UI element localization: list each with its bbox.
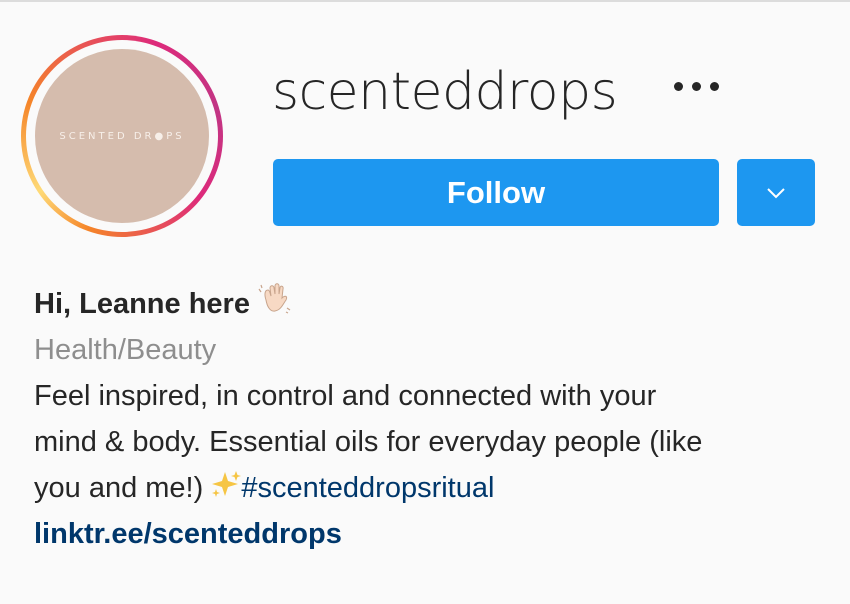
hashtag-link[interactable]: #scenteddropsritual	[241, 472, 494, 504]
display-name-text: Hi, Leanne here	[34, 288, 250, 320]
profile-website-link[interactable]: linktr.ee/scenteddrops	[34, 511, 342, 557]
profile-username: scenteddrops	[272, 62, 618, 122]
avatar-ring-gap: SCENTED DR●PS	[26, 40, 218, 232]
profile-category: Health/Beauty	[34, 334, 217, 366]
dot	[692, 81, 701, 91]
bio-line-3-text: you and me!)	[34, 472, 212, 504]
suggested-accounts-button[interactable]	[737, 159, 815, 226]
avatar-logo-text: SCENTED DR●PS	[59, 130, 185, 142]
bio-line-1: Feel inspired, in control and connected …	[34, 380, 657, 412]
profile-avatar-ring[interactable]: SCENTED DR●PS	[21, 35, 223, 237]
bio-line-3: you and me!) #scenteddropsritual	[34, 465, 494, 512]
more-options-icon[interactable]	[674, 80, 724, 92]
dot	[674, 81, 683, 91]
follow-button[interactable]: Follow	[273, 159, 719, 226]
chevron-down-icon	[767, 187, 785, 198]
dot	[710, 81, 719, 91]
profile-display-name: Hi, Leanne here	[34, 281, 292, 328]
bio-line-2: mind & body. Essential oils for everyday…	[34, 426, 703, 458]
top-divider	[0, 0, 850, 2]
sparkles-icon	[211, 466, 242, 512]
waving-hand-icon	[258, 282, 292, 328]
avatar[interactable]: SCENTED DR●PS	[35, 49, 209, 223]
